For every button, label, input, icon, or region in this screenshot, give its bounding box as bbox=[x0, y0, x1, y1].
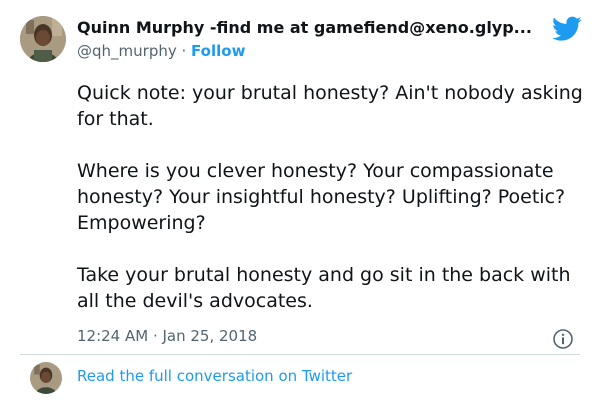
read-conversation-link[interactable]: Read the full conversation on Twitter bbox=[77, 367, 352, 385]
tweet-timestamp[interactable]: 12:24 AM · Jan 25, 2018 bbox=[77, 327, 257, 345]
footer-avatar[interactable] bbox=[30, 362, 62, 394]
tweet-paragraph: Where is you clever honesty? Your compas… bbox=[77, 160, 566, 234]
follow-button[interactable]: Follow bbox=[191, 42, 245, 60]
divider bbox=[20, 354, 580, 355]
user-handle[interactable]: @qh_murphy bbox=[77, 42, 177, 60]
display-name[interactable]: Quinn Murphy -find me at gamefiend@xeno.… bbox=[77, 18, 532, 37]
tweet-text: Quick note: your brutal honesty? Ain't n… bbox=[77, 80, 592, 340]
info-icon[interactable] bbox=[552, 328, 574, 350]
tweet-card: Quinn Murphy -find me at gamefiend@xeno.… bbox=[0, 0, 600, 408]
twitter-bird-icon[interactable] bbox=[552, 16, 582, 42]
tweet-paragraph: Take your brutal honesty and go sit in t… bbox=[77, 264, 571, 312]
avatar[interactable] bbox=[20, 16, 66, 62]
separator-dot: · bbox=[176, 42, 192, 60]
handle-row: @qh_murphy · Follow bbox=[77, 42, 245, 60]
tweet-paragraph: Quick note: your brutal honesty? Ain't n… bbox=[77, 82, 583, 130]
